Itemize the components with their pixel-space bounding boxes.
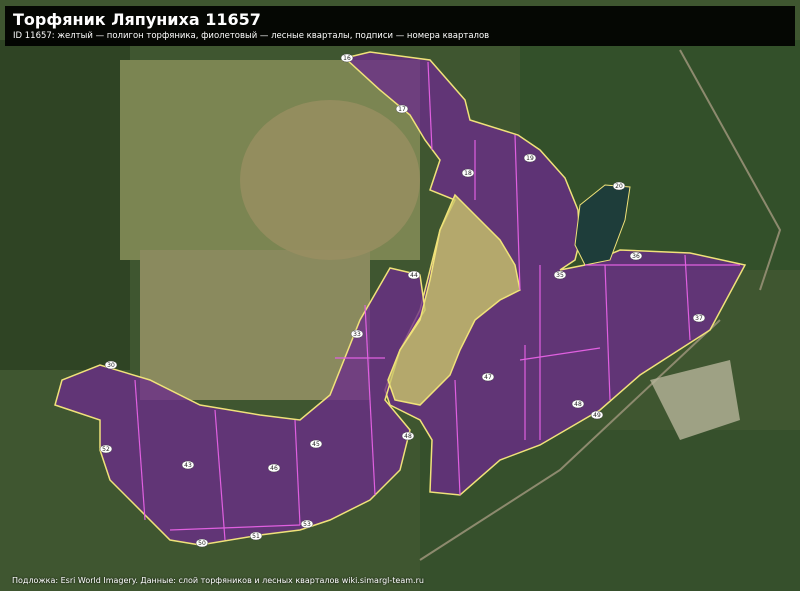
quarter-label-text: 19: [526, 155, 534, 162]
quarter-label-47: 47: [481, 372, 495, 382]
quarter-label-53: 53: [300, 519, 314, 529]
quarter-label-52: 52: [99, 444, 113, 454]
map-title: Торфяник Ляпуниха 11657: [13, 10, 261, 29]
quarter-label-18: 18: [461, 168, 475, 178]
quarter-label-text: 48: [574, 401, 582, 408]
quarter-label-text: 47: [484, 374, 492, 381]
quarter-label-text: 48: [404, 433, 412, 440]
field-area-2: [140, 250, 370, 400]
quarter-label-50: 50: [195, 538, 209, 548]
quarter-label-text: 46: [270, 465, 278, 472]
quarter-label-text: 16: [343, 55, 351, 62]
quarter-label-text: 45: [312, 441, 320, 448]
attribution-text: Подложка: Esri World Imagery. Данные: сл…: [12, 576, 424, 585]
quarter-label-text: 17: [398, 106, 406, 113]
quarter-label-19: 19: [523, 153, 537, 163]
quarter-label-text: 53: [303, 521, 311, 528]
quarter-label-text: 36: [632, 253, 640, 260]
quarter-label-30: 30: [104, 360, 118, 370]
quarter-label-46: 46: [267, 463, 281, 473]
quarter-label-text: 49: [593, 412, 601, 419]
quarter-label-48: 48: [401, 431, 415, 441]
quarter-label-43: 43: [181, 460, 195, 470]
quarter-label-35: 35: [553, 270, 567, 280]
quarter-label-17: 17: [395, 104, 409, 114]
quarter-label-20: 20: [612, 181, 626, 191]
quarter-label-45: 45: [309, 439, 323, 449]
quarter-label-text: 37: [695, 315, 703, 322]
quarter-label-37: 37: [692, 313, 706, 323]
quarter-label-text: 50: [198, 540, 206, 547]
quarter-label-49: 49: [590, 410, 604, 420]
quarter-label-36: 36: [629, 251, 643, 261]
quarter-label-text: 20: [615, 183, 623, 190]
map-subtitle: ID 11657: желтый — полигон торфяника, фи…: [13, 31, 490, 41]
quarter-label-text: 52: [102, 446, 110, 453]
quarter-label-33: 33: [350, 329, 364, 339]
forest-area-left: [0, 40, 130, 370]
satellite-map: 16 17 18 19 20 35 36 37 44 33 47 48 49 48 30 52 43 46 45 50…: [0, 0, 800, 591]
quarter-label-text: 18: [464, 170, 472, 177]
quarter-label-text: 35: [556, 272, 564, 279]
quarter-label-text: 51: [252, 533, 260, 540]
quarter-label-48: 48: [571, 399, 585, 409]
quarter-label-text: 30: [107, 362, 115, 369]
field-patch: [240, 100, 420, 260]
quarter-label-text: 33: [353, 331, 361, 338]
quarter-label-text: 43: [184, 462, 192, 469]
quarter-label-44: 44: [407, 270, 421, 280]
quarter-label-51: 51: [249, 531, 263, 541]
quarter-label-16: 16: [340, 53, 354, 63]
title-bar: Торфяник Ляпуниха 11657 ID 11657: желтый…: [5, 6, 795, 46]
quarter-label-text: 44: [410, 272, 418, 279]
